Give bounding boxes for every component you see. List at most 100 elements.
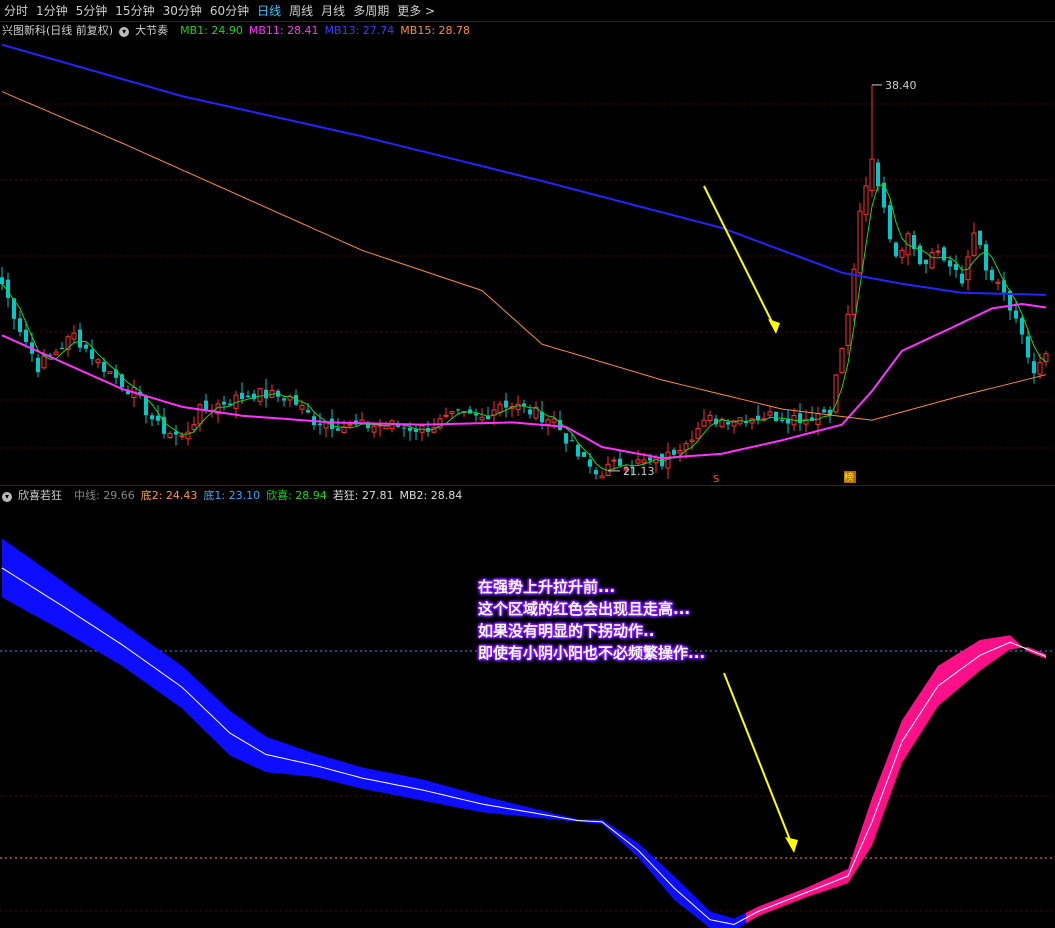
candle-body [857, 210, 863, 274]
candle-body [641, 459, 647, 464]
period-tab-3[interactable]: 15分钟 [111, 2, 158, 19]
legend-mb15: MB15: 28.78 [400, 23, 471, 37]
candle-body [672, 449, 676, 455]
candle-body [479, 416, 485, 421]
candle-body [695, 428, 701, 439]
annotation-line: 这个区域的红色会出现且走高... [478, 600, 691, 618]
candle-body [551, 418, 557, 423]
high-price-label: 38.40 [885, 79, 917, 92]
candle-body [683, 443, 689, 451]
candle-body [984, 244, 988, 271]
candle-body [257, 387, 263, 402]
candle-body [60, 347, 64, 349]
legend-mb2: MB2: 28.84 [399, 488, 463, 502]
annotation-arrowhead [768, 319, 780, 334]
mb11-line [1, 302, 1047, 460]
chevron-down-icon: ▾ [119, 27, 130, 37]
period-tab-2[interactable]: 5分钟 [72, 2, 112, 19]
candle-body [323, 422, 329, 429]
candle-body [1026, 336, 1030, 358]
candle-body [965, 256, 971, 281]
candle-body [990, 269, 994, 281]
candle-body [408, 428, 412, 431]
candle-body [863, 185, 869, 215]
s-marker: S [713, 474, 719, 485]
main-chart-legend: 兴图新科(日线 前复权) ▾ 大节奏 MB1: 24.90 MB11: 28.41… [2, 22, 476, 38]
candle-body [767, 411, 773, 416]
candle-body [660, 453, 664, 467]
indicator-name: 大节奏 [135, 24, 169, 37]
candle-body [53, 351, 59, 356]
candle-body [107, 371, 113, 374]
candle-body [924, 259, 928, 265]
legend-xx: 欣喜: 28.94 [266, 489, 327, 502]
legend-di1: 底1: 23.10 [203, 489, 261, 502]
candle-body [41, 355, 47, 369]
period-tab-8[interactable]: 月线 [317, 2, 349, 19]
candle-body [204, 400, 208, 410]
sub-chart-legend: ▾ 欣喜若狂 中线: 29.66 底2: 24.43 底1: 23.10 欣喜: … [2, 487, 468, 503]
candle-body [90, 349, 94, 359]
chevron-down-icon: ▾ [2, 492, 12, 502]
candle-body [869, 158, 875, 191]
period-tab-10[interactable]: 更多 > [393, 2, 439, 19]
candle-body [474, 413, 478, 416]
legend-mb13: MB13: 27.74 [324, 23, 395, 37]
candle-body [942, 247, 946, 261]
candle-body [929, 252, 935, 269]
period-tab-4[interactable]: 30分钟 [159, 2, 206, 19]
period-tab-9[interactable]: 多周期 [349, 2, 393, 19]
main-candlestick-chart[interactable]: 38.40 21.13 S 榜 [0, 38, 1055, 485]
candle-body [240, 392, 244, 399]
candle-body [618, 458, 622, 466]
candle-body [347, 423, 353, 427]
candle-body [888, 205, 892, 240]
candle-body [876, 162, 880, 187]
period-tab-5[interactable]: 60分钟 [206, 2, 253, 19]
candle-body [599, 475, 605, 479]
indicator-dropdown[interactable]: ▾ 大节奏 [119, 22, 174, 38]
candle-body [246, 395, 250, 398]
candle-body [594, 470, 598, 475]
candle-body [707, 415, 713, 421]
candle-body [318, 423, 322, 426]
period-tab-6[interactable]: 日线 [253, 2, 285, 19]
legend-rk: 若狂: 27.81 [332, 489, 394, 502]
candle-body [18, 318, 22, 332]
period-tab-0[interactable]: 分时 [0, 2, 32, 19]
candle-body [822, 409, 826, 413]
pane-divider [0, 485, 1055, 486]
annotation-line: 如果没有明显的下拐动作.. [478, 622, 655, 640]
candle-body [515, 403, 521, 411]
candle-body [935, 250, 941, 253]
candle-body [36, 357, 40, 373]
candle-body [701, 419, 707, 427]
candle-body [191, 424, 197, 430]
candle-body [150, 415, 154, 420]
candle-body [299, 405, 305, 410]
candle-body [960, 273, 964, 284]
legend-zx: 中线: 29.66 [74, 489, 135, 502]
candle-body [798, 413, 802, 424]
period-toolbar: 分时 1分钟 5分钟 15分钟 30分钟 60分钟 日线 周线 月线 多周期 更多 > [0, 0, 1055, 21]
legend-mb11: MB11: 28.41 [248, 23, 319, 37]
candle-body [306, 409, 310, 413]
sub-indicator-dropdown[interactable]: ▾ 欣喜若狂 [2, 487, 68, 503]
stock-title: 兴图新科(日线 前复权) [2, 24, 114, 37]
candle-body [264, 389, 268, 399]
candle-body [84, 344, 88, 349]
period-tab-7[interactable]: 周线 [285, 2, 317, 19]
legend-di2: 底2: 24.43 [140, 489, 198, 502]
sub-indicator-chart[interactable] [0, 503, 1055, 928]
candle-body [491, 409, 497, 416]
candle-body [726, 422, 730, 425]
candle-body [899, 249, 905, 258]
period-tab-1[interactable]: 1分钟 [32, 2, 72, 19]
annotation-line: 在强势上升拉升前... [478, 578, 616, 596]
candle-body [570, 440, 574, 442]
candle-body [635, 459, 641, 464]
candle-body [576, 444, 580, 457]
annotation-line: 即使有小阴小阳也不必频繁操作... [478, 644, 706, 662]
candle-body [582, 452, 586, 457]
candle-body [0, 277, 4, 284]
